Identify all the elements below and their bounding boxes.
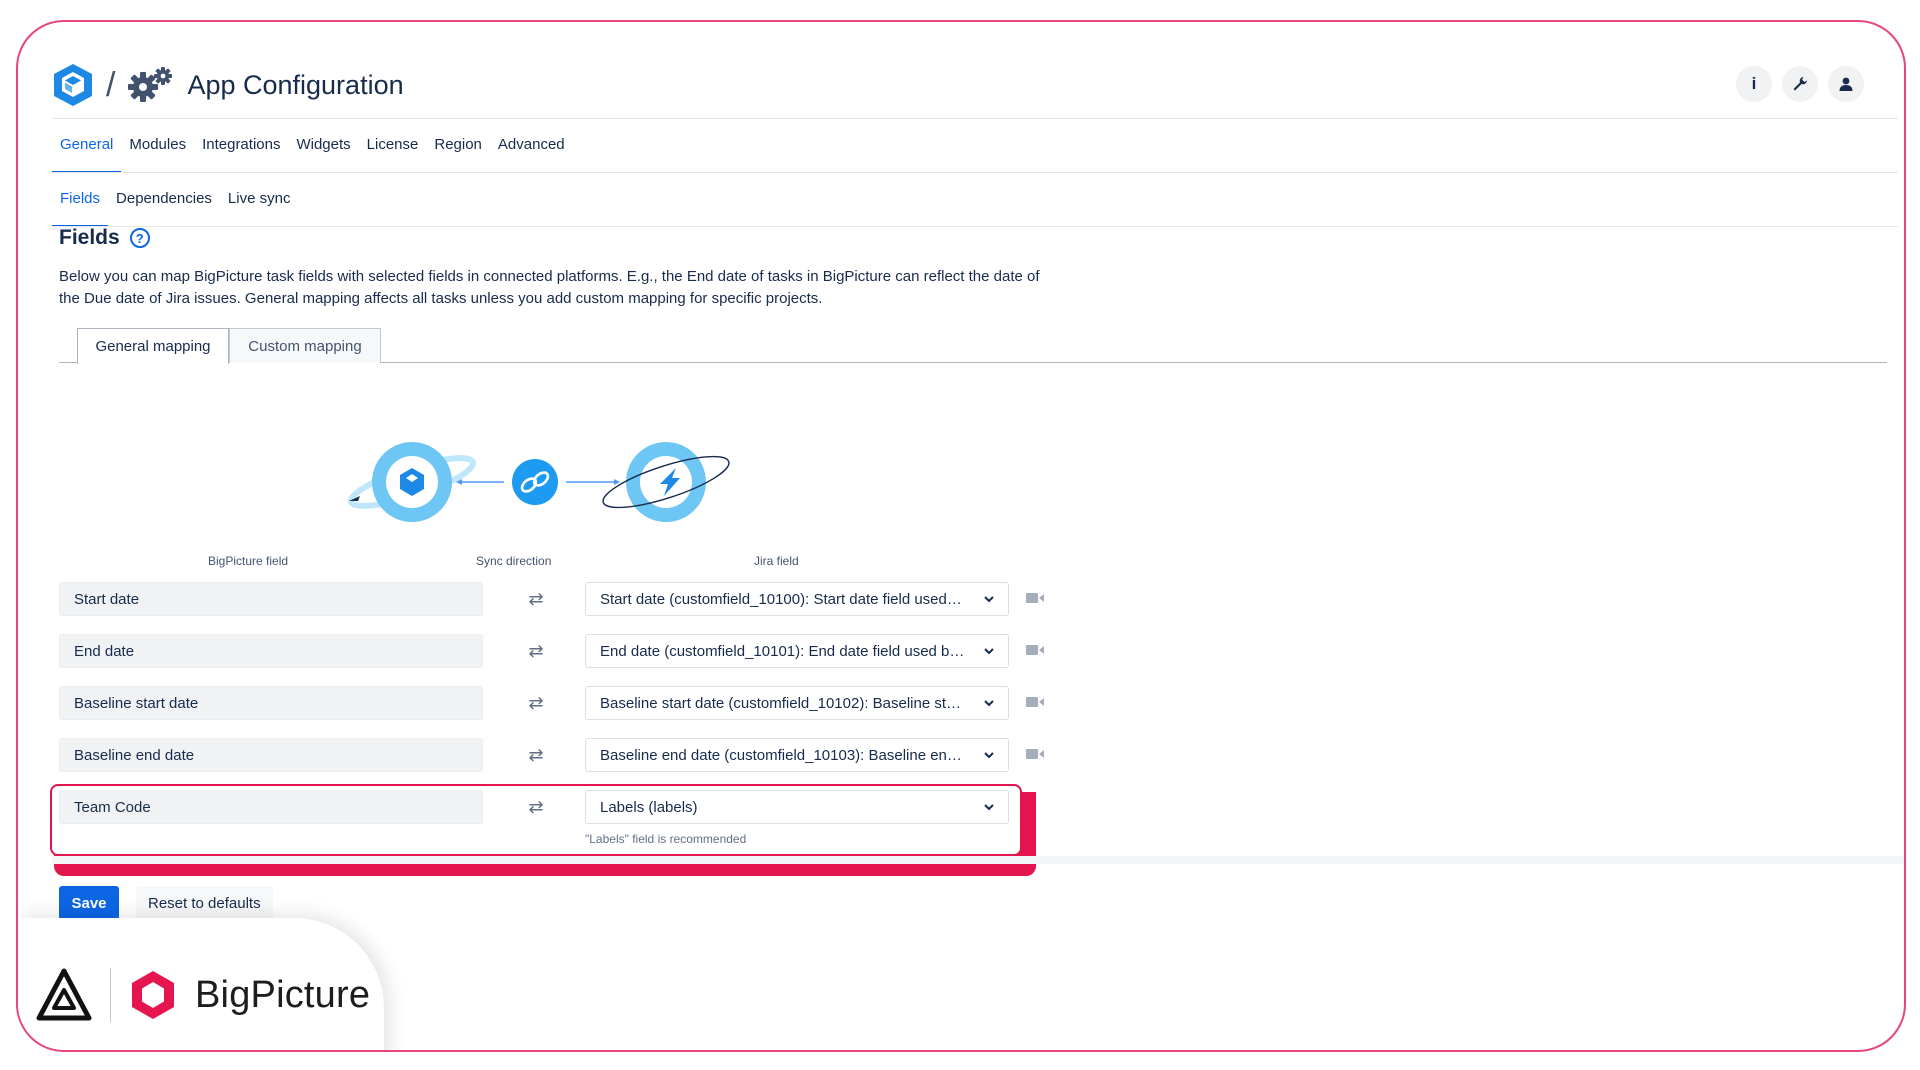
table-row: Baseline end date ⇄ Baseline end date (c… (59, 738, 1049, 774)
tab-modules[interactable]: Modules (121, 116, 194, 172)
bigpicture-field: Start date (59, 582, 483, 616)
jira-field-value: End date (customfield_10101): End date f… (600, 642, 965, 660)
help-icon[interactable]: ? (129, 228, 150, 248)
jira-field-value: Labels (labels) (600, 798, 698, 816)
breadcrumb-separator: / (106, 65, 116, 104)
bigpicture-field: Team Code (59, 790, 483, 824)
mapping-tabs: General mapping Custom mapping (59, 328, 1887, 364)
table-row: Baseline start date ⇄ Baseline start dat… (59, 686, 1049, 722)
brand-card: BigPicture (18, 918, 384, 1050)
tab-integrations[interactable]: Integrations (194, 116, 288, 172)
app-header: / App Configuration (52, 60, 404, 110)
page-title: App Configuration (187, 69, 404, 100)
sync-direction-icon[interactable]: ⇄ (525, 588, 547, 610)
tab-fields[interactable]: Fields (52, 170, 109, 227)
bigpicture-field: Baseline start date (59, 686, 483, 720)
section-title: Fields (59, 226, 120, 249)
video-icon[interactable] (1025, 746, 1045, 762)
tab-general[interactable]: General (52, 116, 122, 173)
tab-custom-mapping[interactable]: Custom mapping (229, 328, 381, 363)
jira-field-value: Baseline end date (customfield_10103): B… (600, 746, 962, 764)
column-header-jira: Jira field (754, 554, 799, 568)
tab-dependencies[interactable]: Dependencies (108, 170, 220, 226)
info-icon: i (1751, 74, 1757, 93)
tab-advanced[interactable]: Advanced (490, 116, 573, 172)
tab-region[interactable]: Region (426, 116, 490, 172)
settings-button[interactable] (1782, 66, 1818, 102)
jira-field-select[interactable]: Labels (labels) (585, 790, 1009, 824)
appfire-logo-icon (36, 968, 92, 1021)
gear-icon (128, 67, 173, 102)
bigpicture-field: Baseline end date (59, 738, 483, 772)
brand-name: BigPicture (195, 973, 371, 1016)
link-icon (512, 459, 558, 505)
chevron-down-icon (984, 648, 994, 655)
field-recommendation-hint: "Labels" field is recommended (585, 832, 747, 846)
column-header-sync: Sync direction (476, 554, 552, 568)
jira-field-select[interactable]: Baseline end date (customfield_10103): B… (585, 738, 1009, 772)
table-row-highlighted: Team Code ⇄ Labels (labels) (59, 790, 1049, 826)
chevron-down-icon (984, 596, 994, 603)
content-footer-bar (52, 856, 1904, 864)
section-description: Below you can map BigPicture task fields… (59, 268, 1040, 307)
tab-live-sync[interactable]: Live sync (220, 170, 299, 226)
chevron-down-icon (984, 752, 994, 759)
nav-divider (52, 172, 1898, 173)
brand-logos: BigPicture (36, 968, 370, 1022)
bigpicture-field: End date (59, 634, 483, 668)
video-icon[interactable] (1025, 590, 1045, 606)
jira-field-select[interactable]: Start date (customfield_10100): Start da… (585, 582, 1009, 616)
user-icon (1839, 77, 1853, 91)
brand-separator (110, 968, 111, 1022)
sync-diagram (347, 442, 730, 522)
video-icon[interactable] (1025, 642, 1045, 658)
table-row: End date ⇄ End date (customfield_10101):… (59, 634, 1049, 670)
app-frame: / App Configuration i General Modules In… (16, 20, 1906, 1052)
info-button[interactable]: i (1736, 66, 1772, 102)
section-header: Fields ? (59, 226, 150, 250)
jira-field-value: Baseline start date (customfield_10102):… (600, 694, 962, 712)
table-row: Start date ⇄ Start date (customfield_101… (59, 582, 1049, 618)
video-icon[interactable] (1025, 694, 1045, 710)
tab-license[interactable]: License (359, 116, 427, 172)
jira-field-value: Start date (customfield_10100): Start da… (600, 590, 962, 608)
wrench-icon (1793, 77, 1807, 91)
chevron-down-icon (984, 804, 994, 811)
sync-direction-icon[interactable]: ⇄ (525, 744, 547, 766)
sync-direction-icon[interactable]: ⇄ (525, 796, 547, 818)
sub-tabs: Fields Dependencies Live sync (52, 170, 299, 227)
tab-general-mapping[interactable]: General mapping (77, 328, 229, 364)
bigpicture-logo-icon (132, 971, 174, 1019)
chevron-down-icon (984, 700, 994, 707)
bigpicture-app-icon (54, 64, 92, 106)
subnav-divider (52, 226, 1898, 227)
reset-defaults-button[interactable]: Reset to defaults (136, 886, 273, 920)
profile-button[interactable] (1828, 66, 1864, 102)
sync-direction-icon[interactable]: ⇄ (525, 692, 547, 714)
save-button[interactable]: Save (59, 886, 119, 920)
jira-field-select[interactable]: End date (customfield_10101): End date f… (585, 634, 1009, 668)
jira-field-select[interactable]: Baseline start date (customfield_10102):… (585, 686, 1009, 720)
tab-widgets[interactable]: Widgets (288, 116, 358, 172)
header-actions: i (1736, 66, 1864, 102)
column-header-bigpicture: BigPicture field (208, 554, 289, 568)
sync-direction-icon[interactable]: ⇄ (525, 640, 547, 662)
main-tabs: General Modules Integrations Widgets Lic… (52, 116, 573, 173)
